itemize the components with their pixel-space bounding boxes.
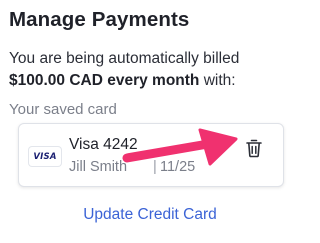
billing-text-prefix: You are being automatically billed	[9, 50, 240, 67]
saved-card-section-label: Your saved card	[9, 101, 117, 118]
visa-logo-text: VISA	[33, 151, 57, 162]
page-title: Manage Payments	[9, 8, 190, 31]
card-name: Visa 4242	[69, 136, 138, 153]
billing-amount: $100.00 CAD every month	[9, 72, 200, 89]
card-expiry: 11/25	[160, 159, 196, 175]
delete-card-button[interactable]	[245, 138, 263, 158]
billing-text-suffix: with:	[199, 72, 236, 89]
trash-icon	[246, 139, 262, 158]
visa-logo: VISA	[29, 147, 61, 166]
manage-payments-panel: Manage Payments You are being automatica…	[0, 0, 300, 243]
card-holder-name: Jill Smith	[69, 159, 128, 175]
card-separator: |	[153, 159, 157, 175]
update-credit-card-link[interactable]: Update Credit Card	[0, 206, 300, 224]
billing-description: You are being automatically billed $100.…	[9, 48, 294, 92]
saved-card: VISA Visa 4242 Jill Smith | 11/25	[18, 123, 284, 187]
